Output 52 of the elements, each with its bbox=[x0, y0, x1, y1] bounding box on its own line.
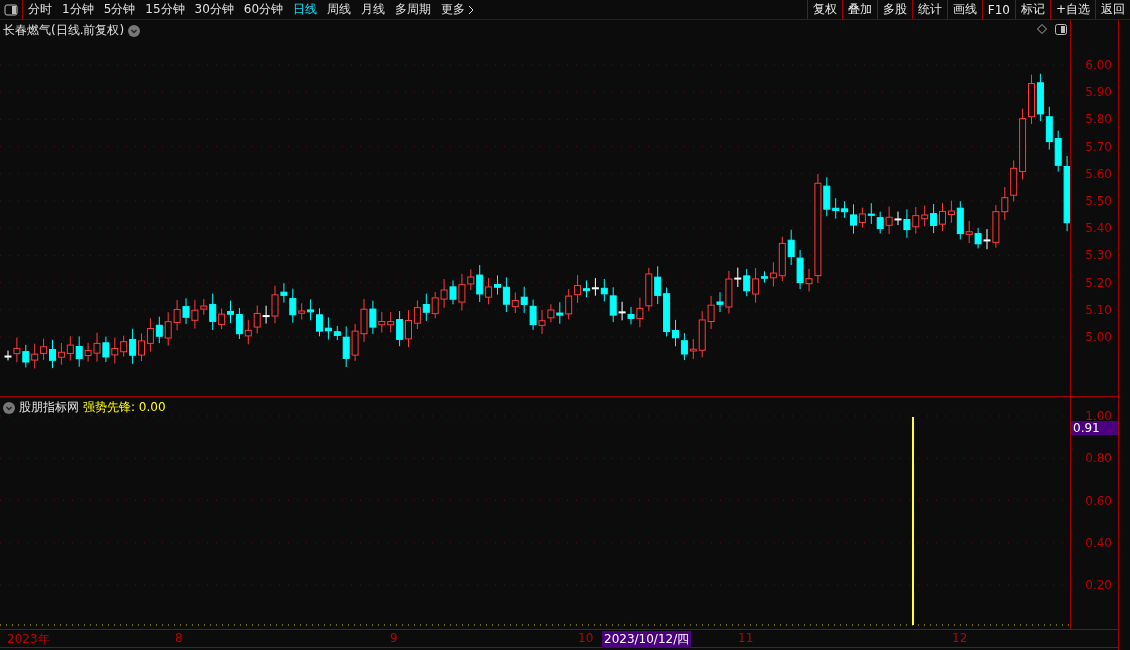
date-axis-label: 8 bbox=[174, 631, 184, 645]
axis-tick-label: 5.40 bbox=[1085, 221, 1112, 236]
period-tab[interactable]: 1分钟 bbox=[57, 0, 99, 19]
period-tab[interactable]: 周线 bbox=[322, 0, 357, 19]
chevron-right-icon bbox=[468, 4, 475, 15]
axis-tick-label: 5.90 bbox=[1085, 85, 1112, 100]
toolbar-button[interactable]: F10 bbox=[981, 0, 1015, 19]
toolbar-button[interactable]: 返回 bbox=[1095, 0, 1130, 19]
indicator-value: 强势先锋: 0.00 bbox=[83, 399, 166, 416]
toolbar-button[interactable]: +自选 bbox=[1049, 0, 1095, 19]
axis-tick-label: 5.70 bbox=[1085, 139, 1112, 154]
period-tab[interactable]: 60分钟 bbox=[238, 0, 289, 19]
axis-tick-label: 6.00 bbox=[1085, 58, 1112, 72]
axis-tick-label: 1.00 bbox=[1085, 409, 1112, 423]
toolbar-button[interactable]: 复权 bbox=[806, 0, 842, 19]
period-tab[interactable]: 多周期 bbox=[390, 0, 437, 19]
diamond-icon[interactable] bbox=[1037, 24, 1047, 34]
period-tab[interactable]: 分时 bbox=[23, 0, 57, 19]
axis-tick-label: 5.10 bbox=[1085, 302, 1112, 317]
chevron-down-icon[interactable] bbox=[128, 24, 141, 37]
axis-tick-label: 0.20 bbox=[1085, 578, 1112, 592]
chart-title: 长春燃气(日线.前复权) bbox=[3, 22, 125, 39]
axis-tick-label: 0.60 bbox=[1085, 493, 1112, 508]
axis-tick-label: 5.80 bbox=[1085, 112, 1112, 127]
toolbar-button[interactable]: 多股 bbox=[876, 0, 912, 19]
axis-tick-label: 0.80 bbox=[1085, 451, 1112, 466]
panel-toggle-icon[interactable] bbox=[1055, 24, 1067, 35]
toolbar-button[interactable]: 统计 bbox=[911, 0, 947, 19]
axis-tick-label: 5.00 bbox=[1085, 330, 1112, 344]
date-axis-label: 9 bbox=[389, 631, 399, 645]
toolbar-button[interactable]: 画线 bbox=[946, 0, 982, 19]
period-tab[interactable]: 5分钟 bbox=[98, 0, 141, 19]
indicator-source: 股朋指标网 bbox=[19, 399, 79, 416]
period-tab[interactable]: 月线 bbox=[356, 0, 391, 19]
date-axis-label: 11 bbox=[737, 631, 755, 645]
chevron-down-icon[interactable] bbox=[3, 401, 15, 414]
period-tab[interactable]: 日线 bbox=[288, 0, 323, 19]
toolbar-button[interactable]: 标记 bbox=[1014, 0, 1050, 19]
axis-tick-label: 5.60 bbox=[1085, 166, 1112, 181]
date-axis-label: 10 bbox=[577, 631, 595, 645]
axis-tick-label: 5.30 bbox=[1085, 248, 1112, 263]
more-tab[interactable]: 更多 bbox=[436, 0, 480, 19]
period-tab[interactable]: 15分钟 bbox=[140, 0, 190, 19]
axis-tick-label: 5.50 bbox=[1085, 194, 1112, 208]
period-tab[interactable]: 30分钟 bbox=[189, 0, 239, 19]
date-axis-label: 2023年 bbox=[6, 631, 51, 648]
date-axis-label: 12 bbox=[951, 631, 969, 645]
current-value-label: 0.91 bbox=[1071, 421, 1118, 435]
axis-tick-label: 0.40 bbox=[1085, 535, 1112, 550]
date-axis-label: 2023/10/12/四 bbox=[602, 631, 692, 648]
toolbar-button[interactable]: 叠加 bbox=[841, 0, 877, 19]
axis-tick-label: 5.20 bbox=[1085, 275, 1112, 290]
